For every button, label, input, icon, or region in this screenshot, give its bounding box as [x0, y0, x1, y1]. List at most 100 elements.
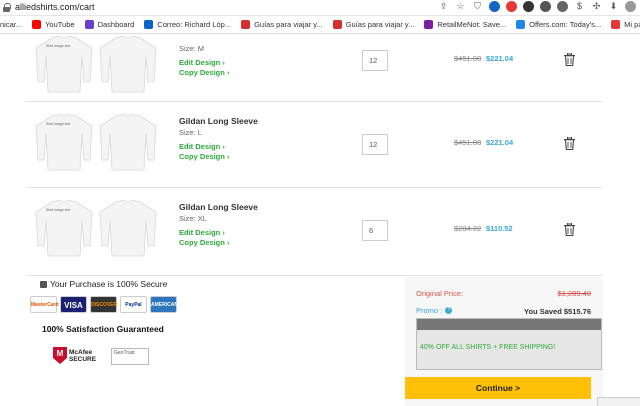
original-item-price: $284.22 [454, 224, 482, 233]
edit-design-link[interactable]: Edit Design › [179, 58, 225, 67]
copy-design-link[interactable]: Copy Design › [179, 238, 229, 247]
original-item-price: $451.08 [454, 138, 482, 147]
share-icon[interactable]: ⇪ [438, 1, 449, 12]
edit-design-label: Edit Design [179, 58, 221, 67]
promo-text: 40% OFF ALL SHIRTS + FREE SHIPPING! [420, 344, 556, 351]
edit-design-label: Edit Design [179, 228, 221, 237]
bookmark-item[interactable]: Guías para viajar y... [241, 20, 323, 29]
bookmark-label: nicar... [0, 20, 23, 29]
outlook-icon [144, 20, 154, 29]
bookmark-item[interactable]: nicar... [0, 20, 22, 29]
info-icon[interactable]: ? [445, 307, 453, 314]
product-thumbnail[interactable]: Shirt image text [26, 198, 160, 258]
shirt-back-image [98, 112, 158, 172]
extension-dark-icon[interactable] [523, 1, 534, 12]
product-size: Size: M [179, 44, 205, 53]
bookmark-item[interactable]: YouTube [32, 20, 75, 29]
shirt-front-image: Shirt image text [34, 198, 94, 258]
original-price-label: Original Price: [416, 289, 464, 298]
copy-design-link[interactable]: Copy Design › [179, 68, 229, 77]
chevron-right-icon: › [226, 152, 230, 161]
download-icon[interactable]: ⬇ [608, 1, 619, 12]
payment-card-logo: PayPal [120, 296, 147, 313]
product-thumbnail[interactable]: Shirt image text [26, 112, 160, 172]
secure-text: Your Purchase is 100% Secure [50, 279, 168, 289]
mcafee-badge[interactable]: M McAfee SECURE [53, 347, 96, 364]
geotrust-badge[interactable]: GeoTrust [111, 348, 149, 365]
edit-design-label: Edit Design [179, 142, 221, 151]
address-bar[interactable]: alliedshirts.com/cart ⇪ ☆ ⛉ $ ✣ ⬇ [0, 0, 640, 16]
copy-design-link[interactable]: Copy Design › [179, 152, 229, 161]
copy-design-label: Copy Design [179, 238, 225, 247]
shirt-front-image: Shirt image text [34, 34, 94, 94]
payment-card-logo: MasterCard [30, 296, 59, 313]
shirt-back-image [98, 198, 158, 258]
original-item-price: $451.08 [454, 54, 482, 63]
bookmark-item[interactable]: RetailMeNot: Save... [424, 20, 506, 29]
bookmark-item[interactable]: Offers.com: Today's... [516, 20, 601, 29]
payment-card-logo: AMERICAN EXPRESS [150, 296, 178, 325]
star-icon[interactable]: ☆ [455, 1, 466, 12]
bookmark-item[interactable]: Dashboard [84, 20, 135, 29]
bookmark-label: Correo: Richard Lóp... [157, 20, 232, 29]
bookmark-label: Offers.com: Today's... [529, 20, 602, 29]
mcafee-secure: SECURE [69, 355, 97, 363]
url-text[interactable]: alliedshirts.com/cart [15, 2, 95, 12]
guide-icon [332, 20, 342, 29]
mcafee-name: McAfee [69, 348, 93, 356]
quantity-input[interactable]: 6 [362, 220, 388, 241]
cart-row: Shirt image text Gildan Long Sleeve Size: … [26, 102, 602, 188]
quantity-input[interactable]: 12 [362, 50, 388, 71]
profile-avatar-icon[interactable] [625, 1, 636, 12]
quantity-input[interactable]: 12 [362, 134, 388, 155]
bookmark-item[interactable]: Correo: Richard Lóp... [144, 20, 231, 29]
bookmark-label: Guías para viajar y... [254, 20, 323, 29]
chevron-right-icon: › [222, 142, 225, 151]
continue-button[interactable]: Continue > [405, 377, 591, 399]
pinterest-icon [611, 20, 621, 29]
original-price-value: $1,289.40 [557, 289, 591, 298]
you-saved-text: You Saved $515.76 [524, 307, 591, 316]
bookmark-label: Dashboard [97, 20, 135, 29]
bookmark-item[interactable]: Guías para viajar y... [332, 20, 415, 29]
payment-card-logo: DISCOVER [90, 296, 117, 313]
bookmark-label: YouTube [45, 20, 75, 29]
bookmark-label: Guías para viajar y... [345, 20, 415, 29]
extension-red-icon[interactable] [506, 1, 517, 12]
product-size: Size: L [179, 128, 202, 137]
product-thumbnail[interactable]: Shirt image text [26, 34, 160, 94]
browser-toolbar: ⇪ ☆ ⛉ $ ✣ ⬇ [438, 1, 636, 12]
puzzle-icon[interactable]: ✣ [591, 1, 602, 12]
chevron-right-icon: › [222, 228, 225, 237]
lock-icon [40, 280, 47, 288]
retailmenot-icon [424, 20, 434, 29]
trash-icon[interactable] [564, 223, 575, 236]
promo-label: Promo : ? [416, 306, 453, 315]
edit-design-link[interactable]: Edit Design › [179, 228, 225, 237]
trash-icon[interactable] [564, 53, 575, 66]
guide-icon [241, 20, 251, 29]
mcafee-shield-icon: M [53, 347, 67, 364]
promo-box-header [417, 319, 601, 330]
extension-globe-icon[interactable] [489, 1, 500, 12]
chevron-right-icon: › [226, 238, 230, 247]
edit-design-link[interactable]: Edit Design › [179, 142, 225, 151]
satisfaction-guarantee: 100% Satisfaction Guaranteed [42, 324, 164, 334]
offers-icon [516, 20, 526, 29]
chevron-right-icon: › [226, 68, 230, 77]
product-size: Size: XL [179, 214, 207, 223]
secure-purchase-notice: Your Purchase is 100% Secure [40, 279, 167, 289]
product-name: Gildan Long Sleeve [179, 202, 258, 212]
cart-row: Shirt image text Size: M Edit Design › Copy… [26, 34, 602, 102]
extension-grey2-icon[interactable] [557, 1, 568, 12]
dollar-icon[interactable]: $ [574, 1, 585, 12]
cart-row: Shirt image text Gildan Long Sleeve Size: … [26, 188, 602, 276]
lock-icon[interactable] [3, 3, 11, 12]
scrollbar-corner [597, 397, 640, 406]
trash-icon[interactable] [564, 137, 575, 150]
extension-gray-icon[interactable] [540, 1, 551, 12]
bookmark-item[interactable]: Mi página Explorar... [611, 20, 640, 29]
bookmarks-bar: nicar... YouTube Dashboard Correo: Richard … [0, 16, 640, 34]
shield-icon[interactable]: ⛉ [472, 1, 483, 12]
copy-design-label: Copy Design [179, 152, 225, 161]
